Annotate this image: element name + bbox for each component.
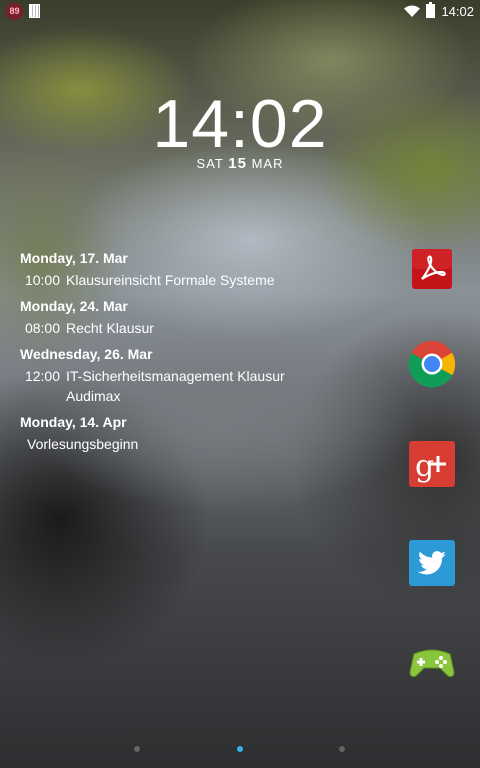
notification-badge[interactable]: 89: [6, 2, 23, 20]
chrome-icon[interactable]: [408, 340, 456, 388]
agenda-event[interactable]: 10:00 Klausureinsicht Formale Systeme: [20, 270, 350, 290]
event-time: 08:00: [24, 320, 60, 336]
date-weekday: SAT: [196, 156, 224, 171]
agenda-event[interactable]: 08:00 Recht Klausur: [20, 318, 350, 338]
agenda-day[interactable]: Monday, 14. Apr Vorlesungsbeginn: [20, 414, 350, 454]
agenda-day[interactable]: Monday, 24. Mar 08:00 Recht Klausur: [20, 298, 350, 338]
page-dot-active[interactable]: [237, 746, 243, 752]
google-plus-icon[interactable]: g: [408, 440, 456, 488]
battery-icon: [426, 2, 436, 18]
agenda-date: Monday, 14. Apr: [20, 414, 127, 430]
agenda-date: Monday, 17. Mar: [20, 250, 128, 266]
lockscreen-date: SAT 15 MAR: [0, 155, 480, 172]
event-title: Vorlesungsbeginn: [27, 436, 139, 452]
agenda-date: Monday, 24. Mar: [20, 298, 128, 314]
date-month: MAR: [251, 156, 284, 171]
pdf-reader-icon[interactable]: [408, 245, 456, 293]
event-title: Klausureinsicht Formale Systeme: [66, 272, 275, 288]
play-games-icon[interactable]: [408, 638, 456, 686]
event-title: Recht Klausur: [66, 320, 154, 336]
page-dot[interactable]: [134, 746, 140, 752]
agenda-event[interactable]: Vorlesungsbeginn: [20, 434, 350, 454]
event-title-text: IT-Sicherheitsmanagement Klausur: [66, 368, 285, 384]
calendar-agenda-widget[interactable]: Monday, 17. Mar 10:00 Klausureinsicht Fo…: [20, 250, 350, 462]
agenda-event[interactable]: 12:00 IT-Sicherheitsmanagement Klausur A…: [20, 366, 350, 406]
lockscreen-clock: 14:02: [152, 86, 328, 162]
page-indicator: [0, 746, 480, 752]
agenda-date: Wednesday, 26. Mar: [20, 346, 153, 362]
event-time: 12:00: [24, 368, 60, 384]
event-title: IT-Sicherheitsmanagement Klausur Audimax: [66, 366, 350, 406]
status-bar: 89 14:02: [0, 0, 480, 22]
wifi-icon: [404, 5, 421, 17]
agenda-day[interactable]: Monday, 17. Mar 10:00 Klausureinsicht Fo…: [20, 250, 350, 290]
agenda-day[interactable]: Wednesday, 26. Mar 12:00 IT-Sicherheitsm…: [20, 346, 350, 406]
svg-text:g: g: [415, 449, 434, 484]
notification-icon: [29, 4, 40, 18]
event-time: 10:00: [24, 272, 60, 288]
page-dot[interactable]: [339, 746, 345, 752]
twitter-icon[interactable]: [408, 539, 456, 587]
date-day: 15: [228, 155, 247, 172]
event-location: Audimax: [66, 388, 121, 404]
status-time: 14:02: [441, 3, 474, 19]
event-time: [20, 434, 27, 454]
